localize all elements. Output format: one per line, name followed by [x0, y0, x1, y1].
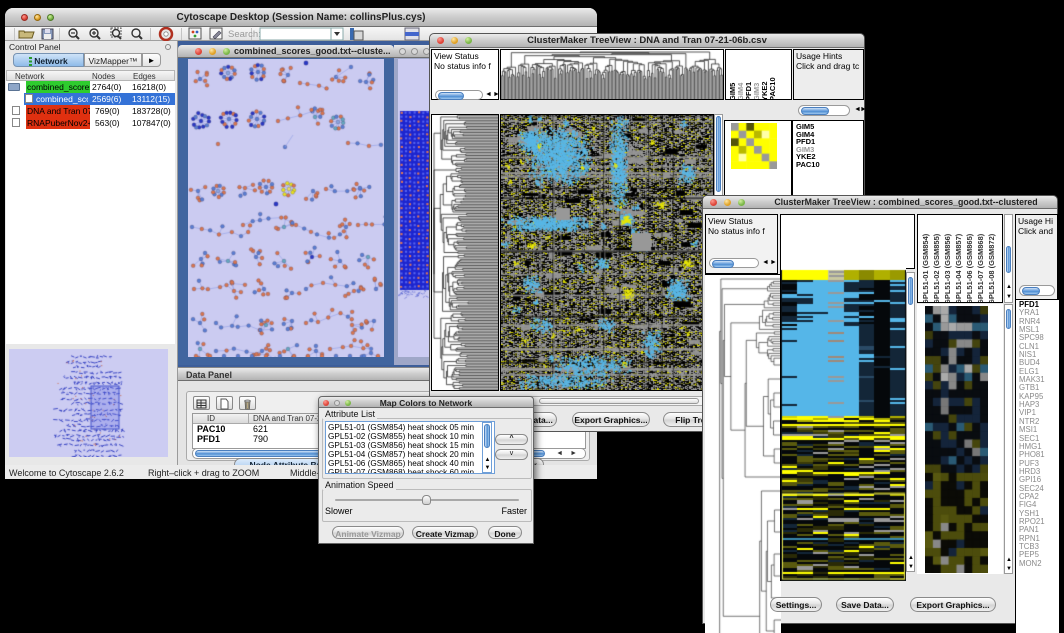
- svg-text:Search:: Search:: [228, 29, 261, 40]
